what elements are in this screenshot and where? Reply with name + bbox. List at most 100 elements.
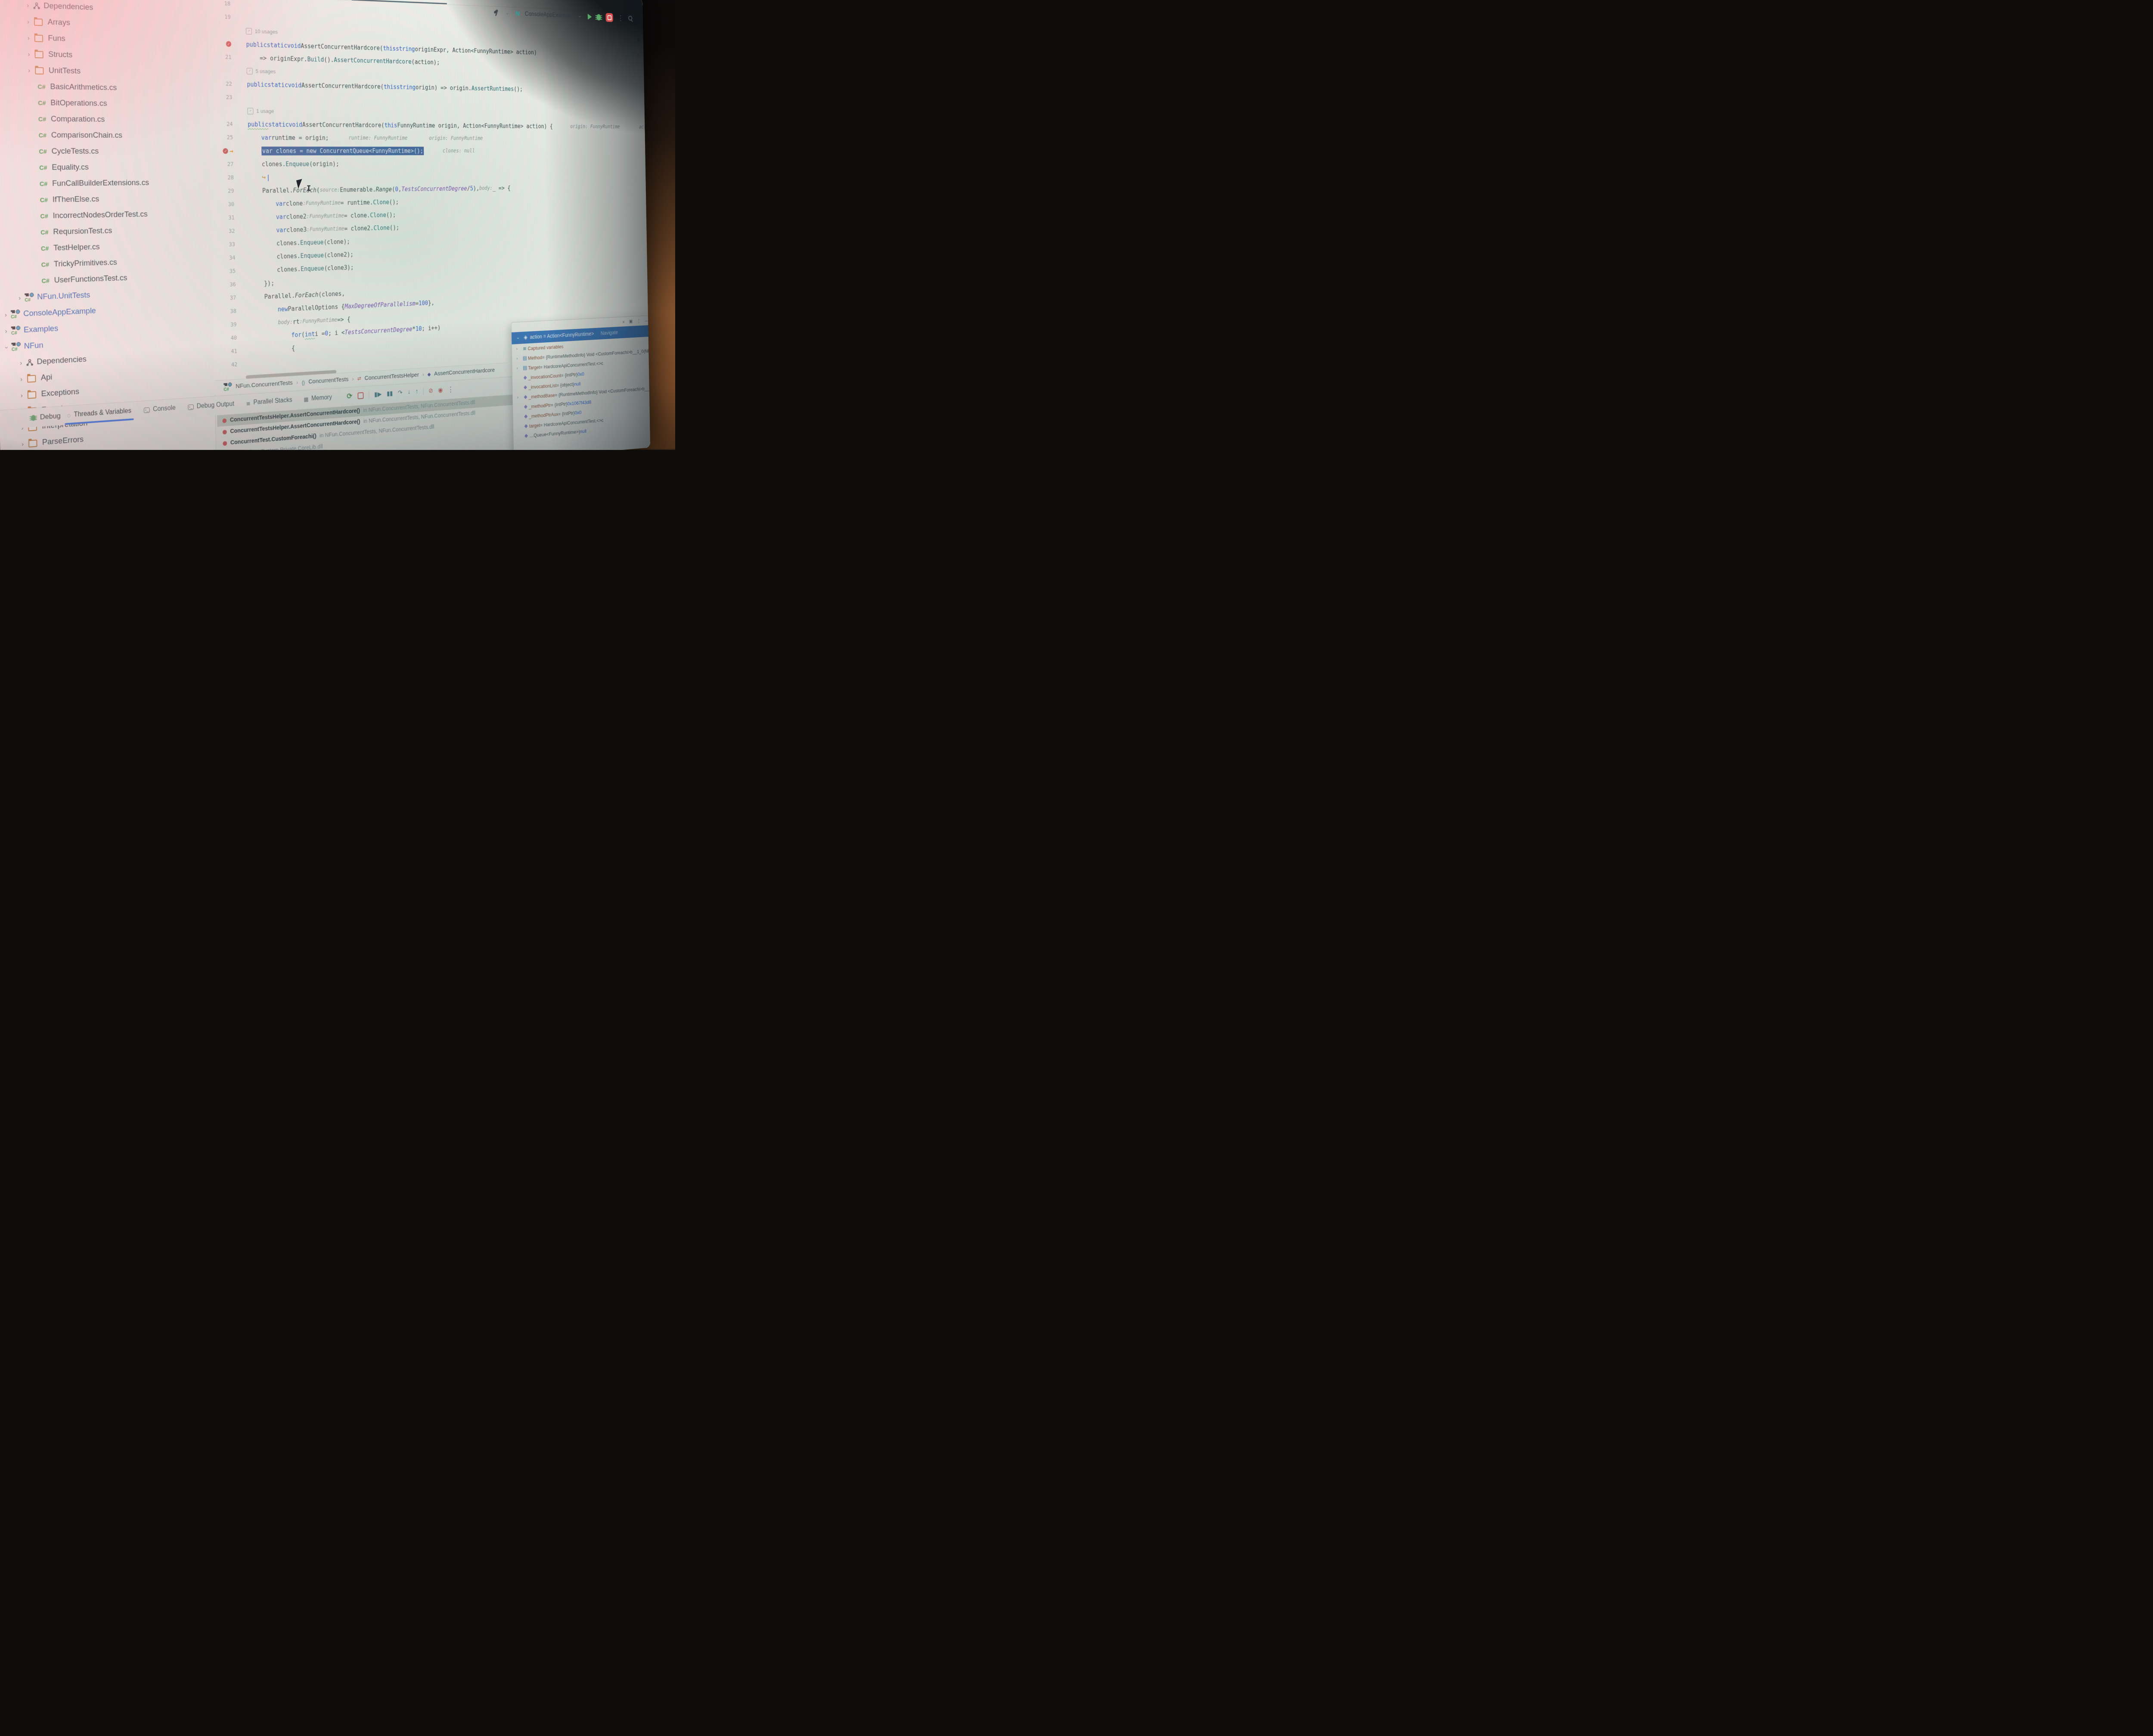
gutter-cell[interactable]: 36 xyxy=(213,281,242,288)
wrap-arrow-icon: ↪ xyxy=(262,173,266,181)
chevron-right-icon[interactable]: › xyxy=(19,440,27,448)
step-out-icon[interactable]: ↑ xyxy=(416,388,419,395)
gutter-cell[interactable]: 30 xyxy=(211,201,240,208)
gutter-cell[interactable]: 29 xyxy=(211,188,240,195)
tree-item-7[interactable]: C#BasicArithmetics.cs xyxy=(0,78,209,97)
gutter-cell[interactable]: 37 xyxy=(213,294,242,302)
gutter-cell[interactable]: 35 xyxy=(212,268,242,275)
tree-item-label: Structs xyxy=(48,50,73,60)
breadcrumb-item[interactable]: NFun.ConcurrentTests xyxy=(236,379,293,390)
build-hammer-icon[interactable] xyxy=(493,10,499,16)
gutter-cell[interactable]: 42 xyxy=(214,361,243,369)
gutter-cell[interactable]: 28 xyxy=(211,174,240,181)
tree-item-12[interactable]: C#Equality.cs xyxy=(0,159,211,176)
gutter-cell[interactable]: 41 xyxy=(214,347,243,356)
chevron-right-icon[interactable]: › xyxy=(17,359,25,367)
chevron-right-icon[interactable]: › xyxy=(24,18,33,26)
gutter-cell[interactable]: 39 xyxy=(213,321,242,329)
tree-item-11[interactable]: C#CycleTests.cs xyxy=(0,143,210,160)
gutter-cell[interactable]: 25 xyxy=(210,134,239,140)
run-configuration-label[interactable]: ConsoleAppExample xyxy=(525,11,572,19)
gutter-cell[interactable]: 31 xyxy=(211,214,241,221)
stop-outline-icon[interactable] xyxy=(357,392,363,399)
chevron-right-icon[interactable]: › xyxy=(17,375,26,383)
gutter-cell[interactable]: 32 xyxy=(211,228,241,235)
gutter-cell[interactable]: 19 xyxy=(207,13,236,21)
execution-pointer-icon: → xyxy=(230,147,233,155)
gutter-cell[interactable]: 18 xyxy=(207,0,236,7)
step-into-icon[interactable]: ↓ xyxy=(407,389,410,396)
gutter-cell[interactable]: 24 xyxy=(209,121,239,127)
breadcrumb-item[interactable]: AssertConcurrentHardcore xyxy=(434,367,495,378)
chevron-down-icon[interactable]: › xyxy=(505,9,510,17)
breadcrumb-item[interactable]: ConcurrentTestsHelper xyxy=(365,372,419,382)
debug-tab-4[interactable]: ▦Memory xyxy=(298,388,338,409)
execution-line-highlight: var clones = new ConcurrentQueue<FunnyRu… xyxy=(261,146,424,155)
field-icon: ◆ xyxy=(523,433,529,439)
search-icon[interactable] xyxy=(628,16,633,22)
navigate-link[interactable]: Navigate xyxy=(601,330,618,337)
breakpoint-dot-icon xyxy=(222,418,226,423)
tree-item-10[interactable]: C#ComparisonChain.cs xyxy=(0,127,210,144)
debug-tab-3[interactable]: ≣Parallel Stacks xyxy=(240,391,298,412)
tree-item-8[interactable]: C#BitOperations.cs xyxy=(0,94,209,113)
terminal-icon: ›_ xyxy=(144,407,150,413)
tree-item-13[interactable]: C#FunCallBuilderExtensions.cs xyxy=(0,175,211,192)
tree-item-label: TrickyPrimitives.cs xyxy=(54,258,117,269)
gutter-cell[interactable]: ✓→ xyxy=(210,147,239,155)
folder-icon xyxy=(27,375,36,382)
gutter-cell[interactable]: 34 xyxy=(212,254,241,262)
chevron-right-icon[interactable]: › xyxy=(2,327,10,335)
more-options-icon[interactable]: ⋮ xyxy=(448,385,454,394)
chevron-right-icon[interactable]: › xyxy=(1,311,10,319)
gutter-cell[interactable]: 33 xyxy=(212,241,241,248)
more-options-icon[interactable]: ⋮ xyxy=(618,14,624,22)
field-icon: ◆ xyxy=(523,413,529,420)
chevron-right-icon[interactable]: › xyxy=(25,50,33,58)
breadcrumb-item[interactable]: ConcurrentTests xyxy=(308,376,348,385)
debug-tab-1[interactable]: ›_Console xyxy=(137,399,182,420)
restore-icon[interactable]: ▣ xyxy=(629,319,633,325)
breakpoint-icon[interactable]: ✓ xyxy=(223,148,228,154)
pause-icon[interactable]: ▮▮ xyxy=(387,389,393,397)
chevron-right-icon[interactable]: › xyxy=(25,67,34,74)
gutter-cell[interactable]: 27 xyxy=(210,161,239,167)
code-line-26[interactable]: ✓→ var clones = new ConcurrentQueue<Funn… xyxy=(210,144,645,158)
chevron-down-icon[interactable]: › xyxy=(3,343,10,352)
tree-item-label: NFun.UnitTests xyxy=(37,291,90,302)
tree-item-label: Exceptions xyxy=(41,387,79,399)
gutter-cell[interactable]: 22 xyxy=(209,80,238,87)
tree-item-9[interactable]: C#Comparation.cs xyxy=(0,111,210,128)
debug-button[interactable] xyxy=(596,14,601,20)
csharp-file-icon: C# xyxy=(37,148,48,155)
chevron-right-icon[interactable]: › xyxy=(17,391,26,399)
view-breakpoints-icon[interactable]: ◉ xyxy=(438,386,443,394)
chevron-right-icon[interactable]: › xyxy=(24,2,32,9)
debug-window-label[interactable]: Debug xyxy=(31,412,61,422)
scroll-indicator-icon: ↨ xyxy=(637,52,640,58)
breakpoint-icon[interactable]: ✓ xyxy=(226,41,231,47)
resume-icon[interactable]: ▮▶ xyxy=(374,390,382,398)
code-line-25[interactable]: 25 var runtime = origin;runtime: FunnyRu… xyxy=(210,130,645,145)
variable-value: = {object} xyxy=(556,381,574,388)
mute-breakpoints-icon[interactable]: ⊘ xyxy=(428,387,433,395)
dependencies-icon xyxy=(26,359,34,366)
variable-value: = {IntPtr} xyxy=(561,372,577,378)
debug-tab-2[interactable]: ›_Debug Output xyxy=(182,395,241,417)
rerun-icon[interactable]: ⟳ xyxy=(347,391,352,401)
run-button[interactable] xyxy=(588,14,592,20)
chevron-right-icon[interactable]: › xyxy=(24,34,33,41)
step-over-icon[interactable]: ↷ xyxy=(398,389,403,397)
stop-button[interactable] xyxy=(606,13,613,22)
gutter-cell[interactable]: 40 xyxy=(214,334,243,342)
gutter-cell[interactable]: 21 xyxy=(208,53,237,61)
csharp-file-icon: C# xyxy=(37,132,48,139)
gutter-cell[interactable]: 38 xyxy=(213,307,242,315)
gutter-cell[interactable]: ✓ xyxy=(208,40,237,47)
more-options-icon[interactable]: ⋮ xyxy=(637,318,641,324)
code-area[interactable]: 18 19 ↗ 10 usages ✓ public static void A… xyxy=(207,0,648,372)
chevron-right-icon[interactable]: › xyxy=(16,294,24,302)
chevron-down-icon[interactable]: › xyxy=(577,12,582,20)
gutter-cell[interactable]: 23 xyxy=(209,94,238,101)
close-icon[interactable]: × xyxy=(623,319,625,325)
